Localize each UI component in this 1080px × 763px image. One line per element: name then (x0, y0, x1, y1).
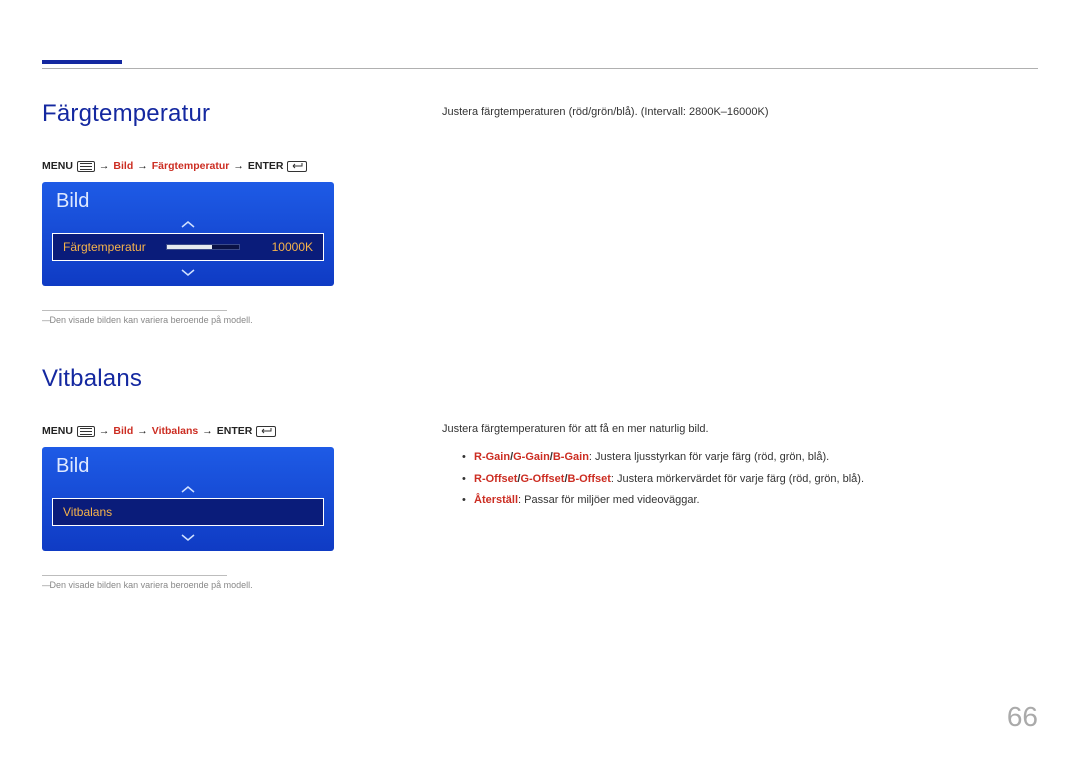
footnote-vitbalans: Den visade bilden kan variera beroende p… (42, 580, 372, 590)
enter-icon (256, 426, 276, 437)
osd-panel-fargtemperatur: Bild Färgtemperatur 10000K (42, 182, 334, 286)
osd-title: Bild (56, 455, 320, 478)
thin-rule (42, 575, 227, 576)
osd-row-value: 10000K (272, 240, 313, 254)
term-b-gain: B-Gain (553, 451, 589, 463)
breadcrumb-arrow: → (137, 160, 148, 172)
osd-row-label: Färgtemperatur (63, 240, 158, 254)
breadcrumb-menu-label: MENU (42, 160, 73, 172)
breadcrumb-menu-label: MENU (42, 425, 73, 437)
breadcrumb-fargtemperatur-link: Färgtemperatur (152, 160, 230, 172)
left-column: Färgtemperatur MENU → Bild → Färgtempera… (42, 100, 372, 630)
osd-row-vitbalans[interactable]: Vitbalans (52, 498, 324, 526)
term-aterstall: Återställ (474, 494, 518, 506)
page-number: 66 (1007, 701, 1038, 733)
header-accent (42, 60, 122, 64)
header-rule (42, 68, 1038, 69)
breadcrumb-vitbalans: MENU → Bild → Vitbalans → ENTER (42, 425, 372, 437)
gain-desc: : Justera ljusstyrkan för varje färg (rö… (589, 451, 829, 463)
term-g-gain: G-Gain (513, 451, 550, 463)
term-b-offset: B-Offset (568, 473, 611, 485)
osd-row-fargtemperatur[interactable]: Färgtemperatur 10000K (52, 233, 324, 261)
breadcrumb-enter-label: ENTER (248, 160, 284, 172)
breadcrumb-bild: Bild (113, 425, 133, 437)
bullet-list-vitbalans: R-Gain/G-Gain/B-Gain: Justera ljusstyrka… (442, 449, 1038, 510)
right-column: Justera färgtemperaturen (röd/grön/blå).… (442, 100, 1038, 630)
osd-chevron-down[interactable] (42, 530, 334, 551)
breadcrumb-enter-label: ENTER (217, 425, 253, 437)
desc-fargtemperatur: Justera färgtemperaturen (röd/grön/blå).… (442, 104, 1038, 121)
breadcrumb-arrow: → (99, 425, 110, 437)
osd-slider-track[interactable] (166, 244, 240, 250)
bullet-gain: R-Gain/G-Gain/B-Gain: Justera ljusstyrka… (442, 449, 1038, 467)
bullet-offset: R-Offset/G-Offset/B-Offset: Justera mörk… (442, 471, 1038, 489)
osd-chevron-down[interactable] (42, 265, 334, 286)
section-title-vitbalans: Vitbalans (42, 365, 372, 393)
thin-rule (42, 310, 227, 311)
desc-vitbalans-intro: Justera färgtemperaturen för att få en m… (442, 421, 1038, 438)
menu-icon (77, 161, 95, 172)
section-title-fargtemperatur: Färgtemperatur (42, 100, 372, 128)
breadcrumb-bild: Bild (113, 160, 133, 172)
menu-icon (77, 426, 95, 437)
osd-title: Bild (56, 190, 320, 213)
osd-row-label: Vitbalans (63, 505, 158, 519)
term-g-offset: G-Offset (520, 473, 564, 485)
footnote-fargtemperatur: Den visade bilden kan variera beroende p… (42, 315, 372, 325)
osd-panel-vitbalans: Bild Vitbalans (42, 447, 334, 551)
osd-chevron-up[interactable] (42, 482, 334, 498)
osd-chevron-up[interactable] (42, 217, 334, 233)
osd-slider-fill (167, 245, 212, 249)
enter-icon (287, 161, 307, 172)
term-r-offset: R-Offset (474, 473, 517, 485)
breadcrumb-arrow: → (137, 425, 148, 437)
reset-desc: : Passar för miljöer med videoväggar. (518, 494, 700, 506)
breadcrumb-vitbalans-link: Vitbalans (152, 425, 199, 437)
breadcrumb-arrow: → (233, 160, 244, 172)
term-r-gain: R-Gain (474, 451, 510, 463)
offset-desc: : Justera mörkervärdet för varje färg (r… (611, 473, 864, 485)
bullet-reset: Återställ: Passar för miljöer med videov… (442, 492, 1038, 510)
breadcrumb-arrow: → (202, 425, 213, 437)
breadcrumb-fargtemperatur: MENU → Bild → Färgtemperatur → ENTER (42, 160, 372, 172)
breadcrumb-arrow: → (99, 160, 110, 172)
